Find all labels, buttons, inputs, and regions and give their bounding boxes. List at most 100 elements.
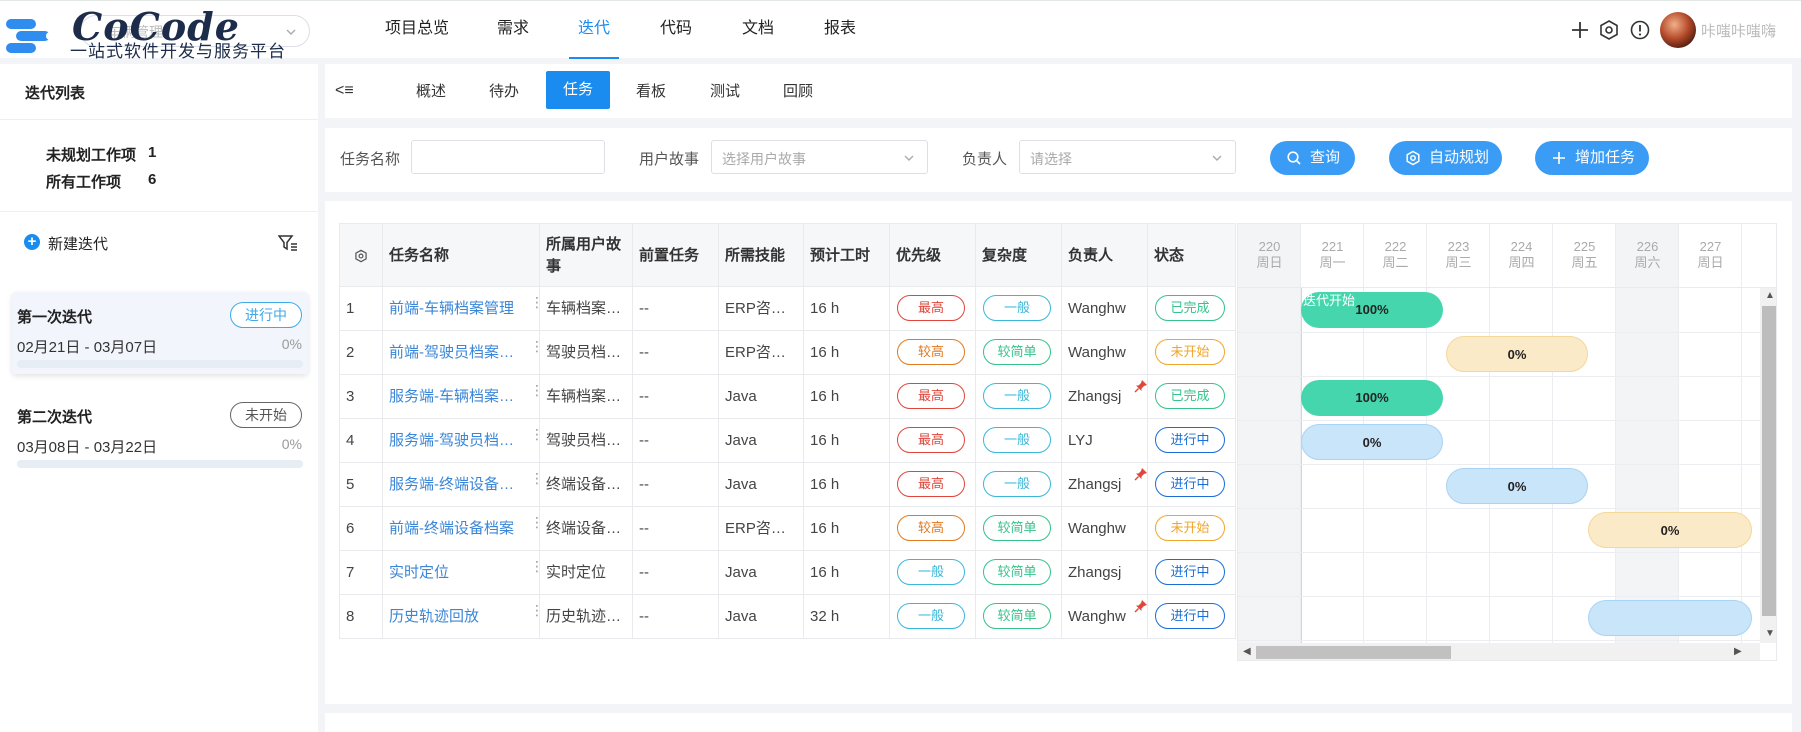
collapse-sidebar-icon[interactable]: <≡	[335, 82, 354, 100]
settings-icon[interactable]	[1598, 19, 1620, 41]
task-name-link[interactable]: 服务端-终端设备档…	[383, 463, 540, 506]
status-tag[interactable]: 未开始	[1155, 339, 1225, 365]
complexity-tag[interactable]: 一般	[983, 383, 1051, 409]
owner-cell[interactable]: Wanghw	[1062, 331, 1148, 374]
drag-handle-icon[interactable]: ⋮	[530, 515, 544, 535]
status-tag[interactable]: 进行中	[1155, 471, 1225, 497]
drag-handle-icon[interactable]: ⋮	[530, 295, 544, 315]
owner-cell[interactable]: LYJ	[1062, 419, 1148, 462]
scroll-down-icon[interactable]: ▼	[1765, 628, 1775, 639]
priority-tag[interactable]: 最高	[897, 471, 965, 497]
priority-tag[interactable]: 一般	[897, 603, 965, 629]
tab-tasks[interactable]: 任务	[546, 71, 610, 109]
gantt-task-bar[interactable]: 0%	[1588, 512, 1752, 548]
add-task-button[interactable]: 增加任务	[1535, 141, 1649, 175]
info-icon[interactable]	[1629, 19, 1651, 41]
drag-handle-icon[interactable]: ⋮	[530, 383, 544, 403]
gantt-task-bar[interactable]: 0%	[1446, 336, 1588, 372]
pin-icon[interactable]	[1134, 599, 1148, 613]
th-task-name[interactable]: 任务名称	[383, 224, 540, 288]
nav-project-overview[interactable]: 项目总览	[385, 19, 449, 39]
tab-overview[interactable]: 概述	[416, 80, 446, 101]
th-skill[interactable]: 所需技能	[719, 224, 804, 288]
gantt-task-bar[interactable]	[1588, 600, 1752, 636]
table-row[interactable]: 4 服务端-驾驶员档案… ⋮ 驾驶员档… -- Java 16 h 最高 一般 LYJ 进行中	[339, 419, 1236, 463]
owner-cell[interactable]: Wanghw	[1062, 507, 1148, 550]
scrollbar-thumb[interactable]	[1762, 306, 1776, 616]
add-icon[interactable]	[1569, 19, 1591, 41]
task-name-link[interactable]: 实时定位	[383, 551, 540, 594]
drag-handle-icon[interactable]: ⋮	[530, 339, 544, 359]
scroll-right-icon[interactable]: ▶	[1734, 646, 1742, 657]
drag-handle-icon[interactable]: ⋮	[530, 471, 544, 491]
priority-tag[interactable]: 较高	[897, 339, 965, 365]
status-tag[interactable]: 进行中	[1155, 603, 1225, 629]
priority-tag[interactable]: 最高	[897, 427, 965, 453]
drag-handle-icon[interactable]: ⋮	[530, 559, 544, 579]
table-row[interactable]: 3 服务端-车辆档案管理 ⋮ 车辆档案… -- Java 16 h 最高 一般 Zhangsj 已完…	[339, 375, 1236, 419]
table-row[interactable]: 1 前端-车辆档案管理 ⋮ 车辆档案… -- ERP咨… 16 h 最高 一般 Wanghw 已完成	[339, 287, 1236, 331]
scroll-left-icon[interactable]: ◀	[1243, 646, 1251, 657]
th-estimate[interactable]: 预计工时	[804, 224, 890, 288]
iteration-card-1[interactable]: 第一次迭代 进行中 02月21日 - 03月07日 0%	[12, 292, 308, 374]
gantt-task-bar[interactable]: 0%	[1301, 424, 1443, 460]
gantt-task-bar[interactable]: 0%	[1446, 468, 1588, 504]
table-row[interactable]: 7 实时定位 ⋮ 实时定位 -- Java 16 h 一般 较简单 Zhangsj 进行中	[339, 551, 1236, 595]
scrollbar-thumb[interactable]	[1256, 646, 1451, 659]
status-tag[interactable]: 进行中	[1155, 427, 1225, 453]
iteration-card-2[interactable]: 第二次迭代 未开始 03月08日 - 03月22日 0%	[12, 392, 308, 474]
query-button[interactable]: 查询	[1270, 141, 1355, 175]
status-tag[interactable]: 未开始	[1155, 515, 1225, 541]
column-settings-icon[interactable]	[340, 224, 383, 288]
gantt-vertical-scrollbar[interactable]: ▲ ▼	[1760, 288, 1776, 643]
drag-handle-icon[interactable]: ⋮	[530, 603, 544, 623]
table-row[interactable]: 2 前端-驾驶员档案管理 ⋮ 驾驶员档… -- ERP咨… 16 h 较高 较简单 Wanghw 未…	[339, 331, 1236, 375]
table-row[interactable]: 6 前端-终端设备档案 ⋮ 终端设备… -- ERP咨… 16 h 较高 较简单 Wanghw 未开…	[339, 507, 1236, 551]
nav-requirements[interactable]: 需求	[497, 19, 529, 39]
tab-retrospective[interactable]: 回顾	[783, 80, 813, 101]
th-status[interactable]: 状态	[1148, 224, 1237, 288]
tab-kanban[interactable]: 看板	[636, 80, 666, 101]
nav-reports[interactable]: 报表	[824, 19, 856, 39]
priority-tag[interactable]: 一般	[897, 559, 965, 585]
status-tag[interactable]: 已完成	[1155, 295, 1225, 321]
scroll-up-icon[interactable]: ▲	[1765, 290, 1775, 301]
filter-icon[interactable]	[278, 234, 298, 252]
gantt-task-bar[interactable]: 100%	[1301, 380, 1443, 416]
pin-icon[interactable]	[1134, 379, 1148, 393]
task-name-link[interactable]: 服务端-驾驶员档案…	[383, 419, 540, 462]
th-complexity[interactable]: 复杂度	[976, 224, 1062, 288]
complexity-tag[interactable]: 一般	[983, 295, 1051, 321]
table-row[interactable]: 8 历史轨迹回放 ⋮ 历史轨迹… -- Java 32 h 一般 较简单 Wanghw 进行中	[339, 595, 1236, 639]
th-user-story[interactable]: 所属用户故事	[540, 224, 633, 288]
pin-icon[interactable]	[1134, 467, 1148, 481]
gantt-horizontal-scrollbar[interactable]: ◀ ▶	[1238, 643, 1760, 660]
status-tag[interactable]: 进行中	[1155, 559, 1225, 585]
owner-select[interactable]: 请选择	[1019, 140, 1236, 174]
complexity-tag[interactable]: 一般	[983, 471, 1051, 497]
priority-tag[interactable]: 最高	[897, 295, 965, 321]
nav-docs[interactable]: 文档	[742, 19, 774, 39]
task-name-link[interactable]: 前端-终端设备档案	[383, 507, 540, 550]
owner-cell[interactable]: Wanghw	[1062, 287, 1148, 330]
th-owner[interactable]: 负责人	[1062, 224, 1148, 288]
priority-tag[interactable]: 最高	[897, 383, 965, 409]
task-name-link[interactable]: 历史轨迹回放	[383, 595, 540, 638]
complexity-tag[interactable]: 较简单	[983, 339, 1051, 365]
avatar[interactable]	[1660, 12, 1696, 48]
task-name-link[interactable]: 前端-车辆档案管理	[383, 287, 540, 330]
nav-code[interactable]: 代码	[660, 19, 692, 39]
th-priority[interactable]: 优先级	[890, 224, 976, 288]
username[interactable]: 咔嗤咔嗤嗨	[1701, 20, 1776, 41]
task-name-input[interactable]	[411, 140, 605, 174]
drag-handle-icon[interactable]: ⋮	[530, 427, 544, 447]
priority-tag[interactable]: 较高	[897, 515, 965, 541]
owner-cell[interactable]: Zhangsj	[1062, 551, 1148, 594]
tab-testing[interactable]: 测试	[710, 80, 740, 101]
status-tag[interactable]: 已完成	[1155, 383, 1225, 409]
auto-plan-button[interactable]: 自动规划	[1389, 141, 1502, 175]
complexity-tag[interactable]: 较简单	[983, 515, 1051, 541]
task-name-link[interactable]: 服务端-车辆档案管理	[383, 375, 540, 418]
complexity-tag[interactable]: 一般	[983, 427, 1051, 453]
user-story-select[interactable]: 选择用户故事	[711, 140, 928, 174]
